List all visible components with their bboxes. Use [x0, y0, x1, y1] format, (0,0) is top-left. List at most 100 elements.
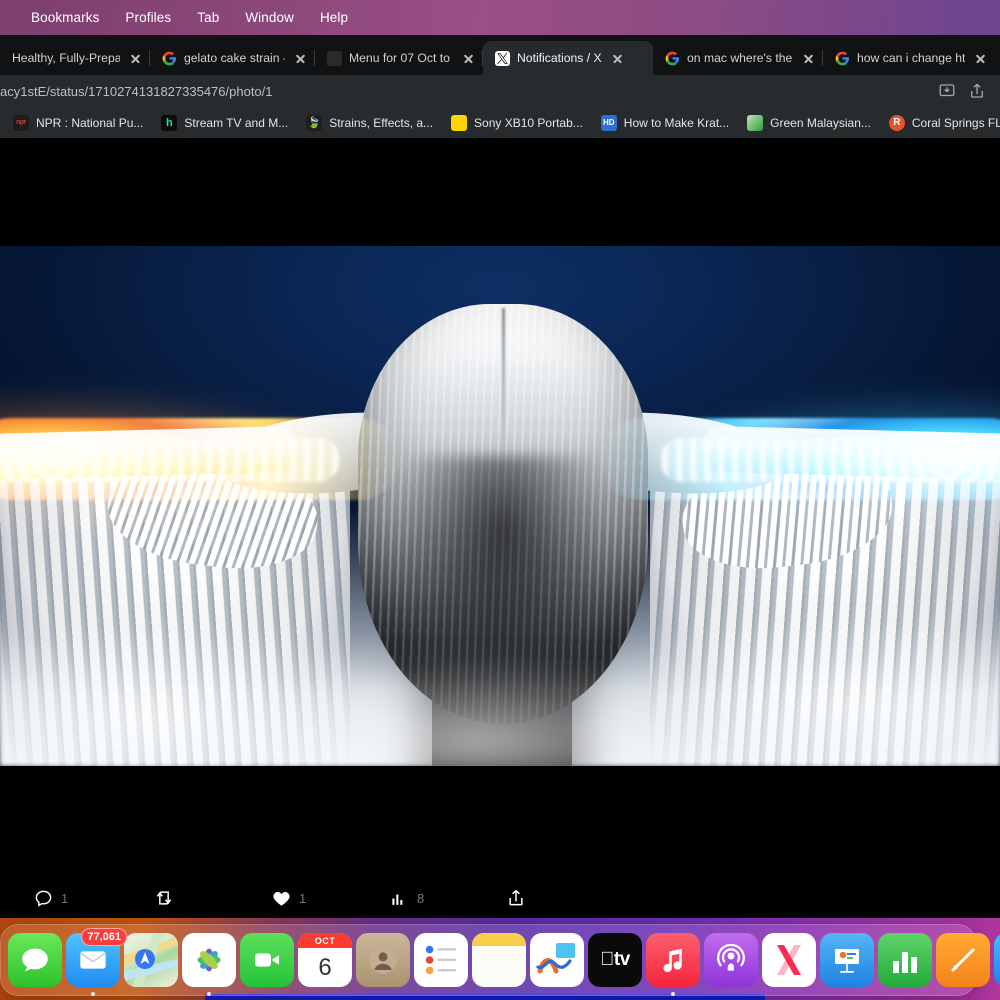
leaf-icon [747, 114, 764, 131]
maps-icon [124, 933, 178, 987]
appletv-icon: tv [600, 949, 630, 970]
macos-menu-bar: Bookmarks Profiles Tab Window Help [0, 0, 1000, 35]
address-bar[interactable]: acy1stE/status/1710274131827335476/photo… [0, 75, 1000, 107]
dock-item-appstore[interactable] [994, 933, 1000, 987]
page-title: Notifications [203, 153, 325, 175]
bookmark-howto-kratom[interactable]: HD How to Make Krat... [592, 114, 738, 131]
bookmark-label: Sony XB10 Portab... [474, 115, 583, 130]
browser-tab-5[interactable]: on mac where's the c [653, 41, 823, 75]
tab-title: Menu for 07 Oct to 13 [349, 51, 453, 65]
close-icon[interactable] [292, 50, 309, 67]
bookmark-label: NPR : National Pu... [36, 115, 144, 130]
browser-tab-6[interactable]: how can i change htm [823, 41, 995, 75]
browser-tab-3[interactable]: Menu for 07 Oct to 13 [315, 41, 483, 75]
dock-item-podcasts[interactable] [704, 933, 758, 987]
search-input[interactable]: Search [750, 148, 1000, 190]
url-text[interactable]: acy1stE/status/1710274131827335476/photo… [0, 84, 938, 99]
sidebar-item-home[interactable]: Home [0, 208, 53, 230]
pages-icon [936, 933, 990, 987]
freeform-icon [530, 933, 584, 987]
dock-item-photos[interactable] [182, 933, 236, 996]
dock-item-calendar[interactable]: OCT 6 [298, 933, 352, 987]
tab-title: how can i change htm [857, 51, 965, 65]
close-icon[interactable] [609, 50, 626, 67]
bookmark-npr[interactable]: npr NPR : National Pu... [4, 114, 152, 131]
dock-item-numbers[interactable] [878, 933, 932, 987]
dock-item-freeform[interactable] [530, 933, 584, 987]
screen: Bookmarks Profiles Tab Window Help Healt… [0, 0, 1000, 1000]
running-indicator [671, 992, 675, 996]
bookmark-label: How to Make Krat... [623, 115, 730, 130]
bookmark-leafly[interactable]: 🍃 Strains, Effects, a... [297, 114, 442, 131]
r-icon: R [888, 114, 905, 131]
close-icon[interactable] [460, 50, 477, 67]
close-icon[interactable] [972, 50, 989, 67]
menu-item-tab[interactable]: Tab [184, 10, 232, 25]
dock-item-facetime[interactable] [240, 933, 294, 987]
search-placeholder: Search [795, 161, 840, 177]
notes-header-strip [472, 933, 526, 946]
menu-item-bookmarks[interactable]: Bookmarks [18, 10, 112, 25]
bookmark-green-malaysian[interactable]: Green Malaysian... [738, 114, 880, 131]
appstore-icon [994, 933, 1000, 987]
tweet-line-2: May I have the link? I'm going to use it… [203, 783, 568, 800]
podcasts-icon [704, 933, 758, 987]
browser-tab-4-active[interactable]: Notifications / X [483, 41, 653, 75]
bookmark-label: Stream TV and M... [184, 115, 289, 130]
keynote-icon [820, 933, 874, 987]
dock-item-pages[interactable] [936, 933, 990, 987]
notifications-tabs: All Verified Mentions [187, 191, 597, 244]
facetime-icon [240, 933, 294, 987]
post-button[interactable]: Post [0, 770, 68, 817]
dock-item-notes[interactable] [472, 933, 526, 987]
npr-icon: npr [13, 114, 29, 131]
calendar-day: 6 [318, 953, 332, 981]
bookmark-label: Coral Springs FL... [911, 115, 1000, 130]
sony-icon [451, 114, 468, 131]
x-right-sidebar: Search Listen live in Spaces Show more W… [740, 138, 1000, 918]
dock-item-contacts[interactable] [356, 933, 410, 987]
bookmark-coral-springs[interactable]: R Coral Springs FL... [880, 114, 1000, 131]
install-icon[interactable] [938, 82, 956, 100]
close-icon[interactable] [127, 50, 144, 67]
menu-item-profiles[interactable]: Profiles [112, 10, 184, 25]
dock-item-maps[interactable] [124, 933, 178, 987]
menu-item-window[interactable]: Window [232, 10, 307, 25]
hulu-icon: h [161, 114, 178, 131]
browser-window: Healthy, Fully-Prepar gelato cake strain… [0, 35, 1000, 138]
tab-title: on mac where's the c [687, 51, 793, 65]
tab-mentions[interactable]: Mentions [460, 191, 597, 243]
calendar-month: OCT [298, 933, 352, 948]
dock-item-reminders[interactable] [414, 933, 468, 987]
dock-item-news[interactable] [762, 933, 816, 987]
close-icon[interactable] [800, 50, 817, 67]
browser-tab-1[interactable]: Healthy, Fully-Prepar [0, 41, 150, 75]
dock-item-appletv[interactable]: tv [588, 933, 642, 987]
account-more-icon[interactable]: ••• [66, 862, 87, 882]
share-icon[interactable] [968, 82, 986, 100]
dock-item-music[interactable] [646, 933, 700, 996]
messages-bar[interactable]: Messages [760, 872, 1000, 918]
browser-tab-2[interactable]: gelato cake strain - G [150, 41, 315, 75]
spaces-card: Listen live in Spaces Show more [750, 204, 1000, 504]
tweet-line-3: Thank you-Schuylaar😊 [203, 826, 364, 843]
google-icon [665, 51, 680, 65]
dock: 77,061 OCT 6 tv [0, 924, 1000, 996]
numbers-icon [878, 933, 932, 987]
mail-badge: 77,061 [81, 928, 127, 946]
photos-icon [182, 933, 236, 987]
dock-item-keynote[interactable] [820, 933, 874, 987]
bookmark-hulu[interactable]: h Stream TV and M... [152, 114, 297, 131]
google-icon [162, 51, 177, 65]
tab-title: gelato cake strain - G [184, 51, 285, 65]
tab-verified[interactable]: Verified [324, 191, 461, 243]
dock-item-mail[interactable]: 77,061 [66, 928, 127, 996]
spaces-show-more[interactable]: Show more [750, 244, 1000, 280]
account-switcher[interactable]: Schuylaar @Schuylaars_Sesh ••• [0, 856, 95, 890]
dock-item-messages[interactable] [8, 933, 62, 987]
menu-item-help[interactable]: Help [307, 10, 361, 25]
bookmark-sony[interactable]: Sony XB10 Portab... [442, 114, 592, 131]
tab-all[interactable]: All [187, 191, 324, 243]
bookmark-label: Strains, Effects, a... [329, 115, 434, 130]
gear-icon[interactable] [561, 154, 581, 175]
